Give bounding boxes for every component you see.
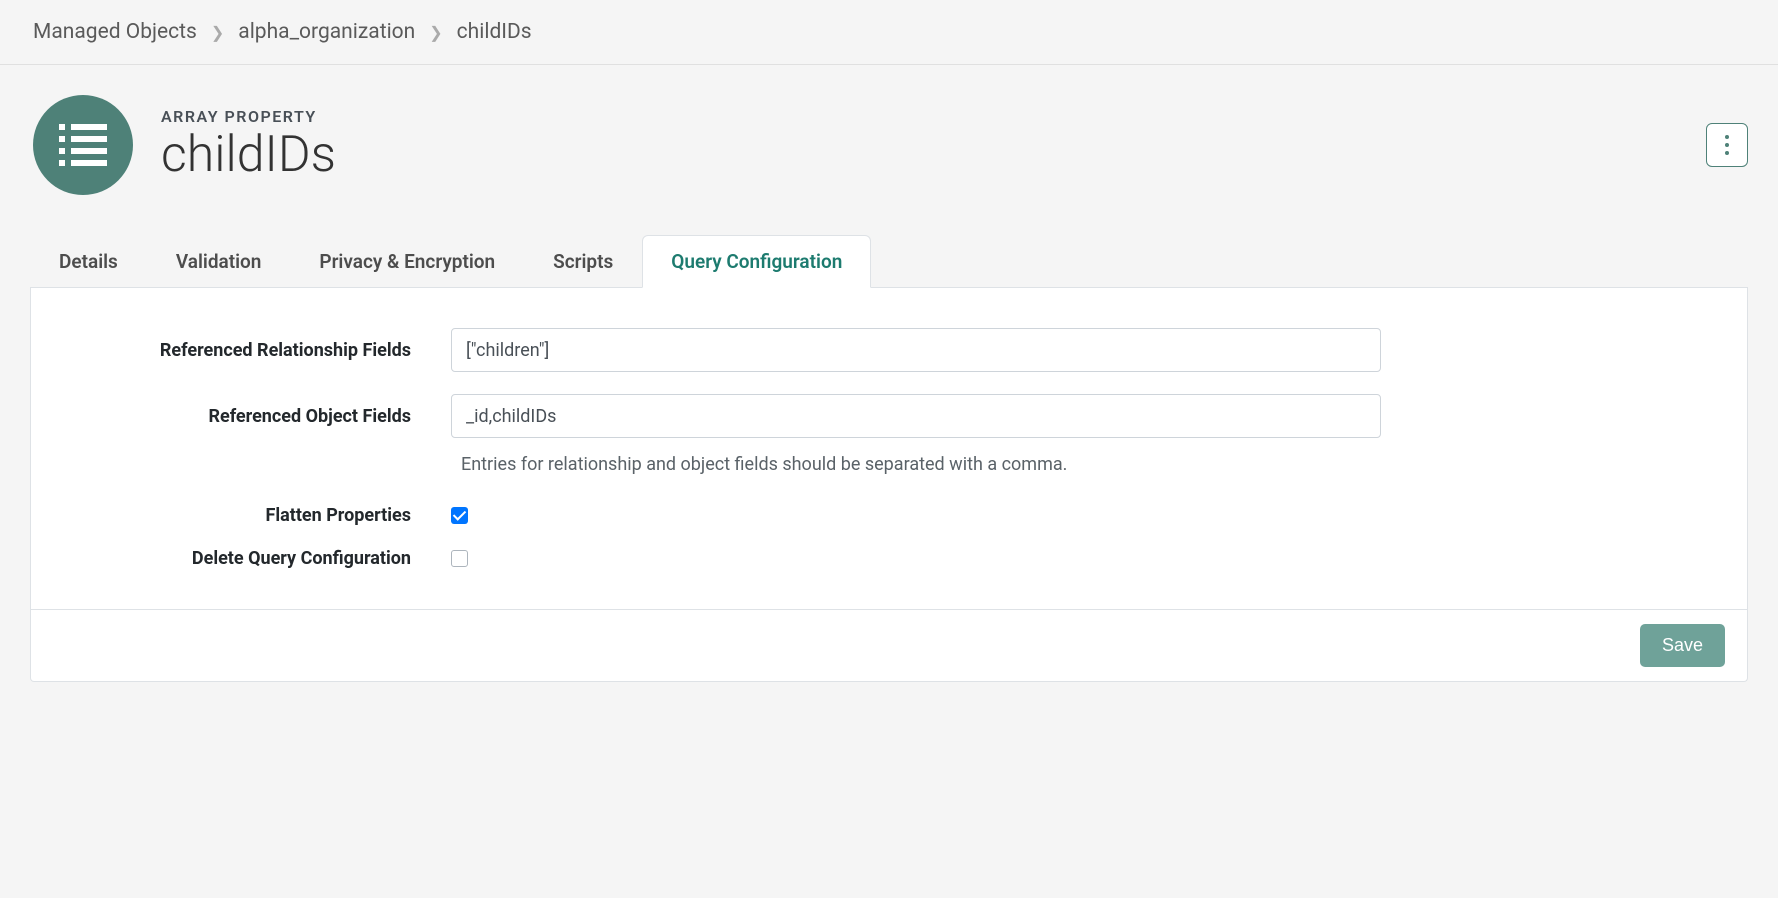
dots-vertical-icon: [1725, 135, 1729, 139]
page-header: ARRAY PROPERTY childIDs: [30, 95, 1748, 195]
tab-validation[interactable]: Validation: [147, 235, 291, 287]
label-referenced-relationship-fields: Referenced Relationship Fields: [111, 340, 451, 361]
label-referenced-object-fields: Referenced Object Fields: [111, 406, 451, 427]
label-flatten-properties: Flatten Properties: [111, 505, 451, 526]
page-title: childIDs: [161, 128, 336, 183]
array-property-icon: [33, 95, 133, 195]
label-delete-query-configuration: Delete Query Configuration: [111, 548, 451, 569]
tab-panel: Referenced Relationship Fields Reference…: [30, 288, 1748, 682]
checkbox-flatten-properties[interactable]: [451, 507, 468, 524]
breadcrumb: Managed Objects ❯ alpha_organization ❯ c…: [0, 0, 1778, 65]
breadcrumb-link-alpha-organization[interactable]: alpha_organization: [238, 20, 415, 44]
tab-details[interactable]: Details: [30, 235, 147, 287]
tab-privacy-encryption[interactable]: Privacy & Encryption: [290, 235, 524, 287]
tabs: Details Validation Privacy & Encryption …: [30, 235, 1748, 288]
page-subtitle: ARRAY PROPERTY: [161, 107, 336, 126]
save-button[interactable]: Save: [1640, 624, 1725, 667]
breadcrumb-link-managed-objects[interactable]: Managed Objects: [33, 20, 197, 44]
help-text: Entries for relationship and object fiel…: [451, 454, 1381, 475]
tab-query-configuration[interactable]: Query Configuration: [642, 235, 871, 288]
breadcrumb-current: childIDs: [457, 20, 532, 44]
more-actions-button[interactable]: [1706, 123, 1748, 167]
chevron-right-icon: ❯: [429, 23, 442, 42]
chevron-right-icon: ❯: [211, 23, 224, 42]
input-referenced-relationship-fields[interactable]: [451, 328, 1381, 372]
input-referenced-object-fields[interactable]: [451, 394, 1381, 438]
tab-scripts[interactable]: Scripts: [524, 235, 642, 287]
checkbox-delete-query-configuration[interactable]: [451, 550, 468, 567]
